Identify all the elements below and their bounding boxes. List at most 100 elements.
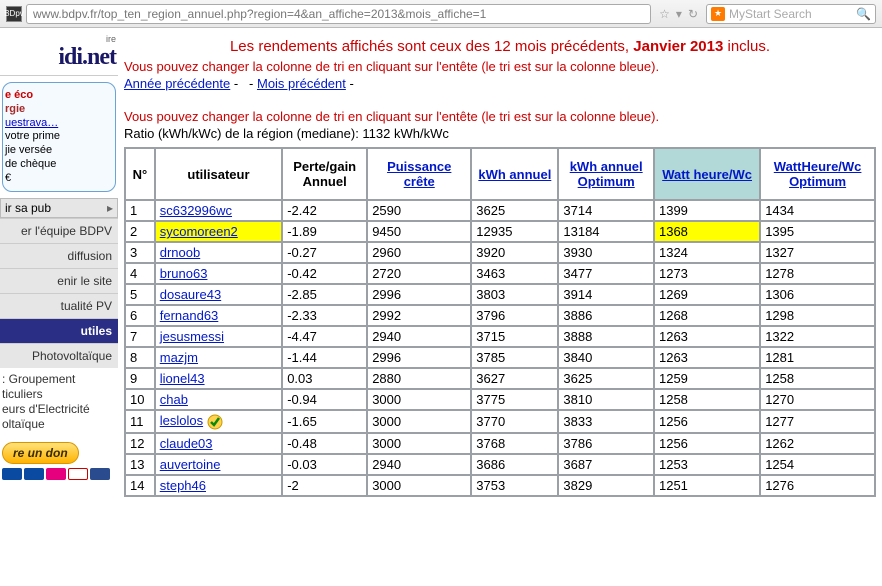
site-logo[interactable]: ire idi.net — [0, 28, 118, 76]
cell-user: claude03 — [155, 433, 282, 454]
cell-rank: 6 — [125, 305, 155, 326]
donate-button[interactable]: re un don — [2, 442, 79, 464]
sidebar: ire idi.net e éco rgie uestrava… votre p… — [0, 28, 118, 497]
cell-who: 1277 — [760, 410, 875, 433]
headline-post: inclus. — [723, 38, 770, 55]
table-row: 3drnoob -0.2729603920393013241327 — [125, 242, 875, 263]
history-dropdown-icon[interactable]: ▾ — [676, 7, 682, 21]
cell-rank: 14 — [125, 475, 155, 496]
cell-who: 1270 — [760, 389, 875, 410]
cell-rank: 10 — [125, 389, 155, 410]
cell-kwho: 3886 — [558, 305, 654, 326]
cell-kwho: 3833 — [558, 410, 654, 433]
cell-rank: 13 — [125, 454, 155, 475]
url-bar[interactable]: www.bdpv.fr/top_ten_region_annuel.php?re… — [26, 4, 651, 24]
sidebar-item-2[interactable]: enir le site — [0, 268, 118, 293]
table-row: 9lionel43 0.0328803627362512591258 — [125, 368, 875, 389]
cell-wh: 1258 — [654, 389, 760, 410]
cell-who: 1258 — [760, 368, 875, 389]
th-wh-sorted[interactable]: Watt heure/Wc — [654, 148, 760, 200]
cell-perte: -1.65 — [282, 410, 367, 433]
table-row: 6fernand63 -2.3329923796388612681298 — [125, 305, 875, 326]
user-link[interactable]: auvertoine — [160, 457, 221, 472]
table-row: 12claude03 -0.4830003768378612561262 — [125, 433, 875, 454]
cell-perte: -2 — [282, 475, 367, 496]
browser-toolbar: BDpv www.bdpv.fr/top_ten_region_annuel.p… — [0, 0, 882, 28]
cell-user: mazjm — [155, 347, 282, 368]
th-rank: N° — [125, 148, 155, 200]
cell-kwh: 3686 — [471, 454, 558, 475]
cell-perte: -2.33 — [282, 305, 367, 326]
cell-user: fernand63 — [155, 305, 282, 326]
table-row: 2sycomoreen2 -1.899450129351318413681395 — [125, 221, 875, 242]
cell-rank: 2 — [125, 221, 155, 242]
search-icon[interactable]: 🔍 — [856, 7, 871, 21]
cell-pc: 3000 — [367, 475, 471, 496]
cell-who: 1306 — [760, 284, 875, 305]
sidebar-item-1[interactable]: diffusion — [0, 243, 118, 268]
user-link[interactable]: steph46 — [160, 478, 206, 493]
sidebar-item-4[interactable]: utiles — [0, 318, 118, 343]
pub-link[interactable]: ir sa pub ▸ — [0, 198, 118, 218]
user-link[interactable]: leslolos — [160, 413, 203, 428]
user-link[interactable]: claude03 — [160, 436, 213, 451]
table-row: 5dosaure43 -2.8529963803391412691306 — [125, 284, 875, 305]
nav-links-row: Année précédente - - Mois précédent - — [124, 76, 876, 91]
cell-pc: 2940 — [367, 454, 471, 475]
table-row: 14steph46 -230003753382912511276 — [125, 475, 875, 496]
cell-user: drnoob — [155, 242, 282, 263]
sidebar-item-3[interactable]: tualité PV — [0, 293, 118, 318]
cell-kwh: 3920 — [471, 242, 558, 263]
cell-who: 1395 — [760, 221, 875, 242]
prev-month-link[interactable]: Mois précédent — [257, 76, 346, 91]
th-kwho[interactable]: kWh annuel Optimum — [558, 148, 654, 200]
cell-user: jesusmessi — [155, 326, 282, 347]
cell-kwho: 13184 — [558, 221, 654, 242]
user-link[interactable]: fernand63 — [160, 308, 219, 323]
bookmark-star-icon[interactable]: ☆ — [659, 7, 670, 21]
th-kwh[interactable]: kWh annuel — [471, 148, 558, 200]
card-amex-icon — [90, 468, 110, 480]
cell-who: 1327 — [760, 242, 875, 263]
promo-panel: e éco rgie uestrava… votre prime jie ver… — [2, 82, 116, 192]
user-link[interactable]: mazjm — [160, 350, 198, 365]
search-placeholder: MyStart Search — [729, 7, 812, 21]
prev-year-link[interactable]: Année précédente — [124, 76, 230, 91]
cell-pc: 2992 — [367, 305, 471, 326]
cell-kwho: 3840 — [558, 347, 654, 368]
th-pc[interactable]: Puissance crête — [367, 148, 471, 200]
cell-perte: -1.44 — [282, 347, 367, 368]
user-link[interactable]: sycomoreen2 — [160, 224, 238, 239]
cell-wh: 1256 — [654, 433, 760, 454]
cell-pc: 2880 — [367, 368, 471, 389]
cell-kwh: 3627 — [471, 368, 558, 389]
cell-who: 1434 — [760, 200, 875, 221]
cell-wh: 1263 — [654, 326, 760, 347]
cell-wh: 1269 — [654, 284, 760, 305]
sidebar-item-5[interactable]: Photovoltaïque — [0, 343, 118, 368]
sort-info-1: Vous pouvez changer la colonne de tri en… — [124, 59, 876, 74]
cell-user: steph46 — [155, 475, 282, 496]
verified-check-icon — [207, 414, 223, 430]
search-box[interactable]: ★ MyStart Search 🔍 — [706, 4, 876, 24]
user-link[interactable]: jesusmessi — [160, 329, 224, 344]
cell-pc: 2940 — [367, 326, 471, 347]
promo-more-link[interactable]: uestrava… — [5, 117, 58, 129]
cell-who: 1298 — [760, 305, 875, 326]
cell-who: 1262 — [760, 433, 875, 454]
user-link[interactable]: bruno63 — [160, 266, 208, 281]
user-link[interactable]: dosaure43 — [160, 287, 221, 302]
card-visa-icon — [24, 468, 44, 480]
sidebar-item-0[interactable]: er l'équipe BDPV — [0, 218, 118, 243]
user-link[interactable]: chab — [160, 392, 188, 407]
cell-pc: 2590 — [367, 200, 471, 221]
user-link[interactable]: lionel43 — [160, 371, 205, 386]
reload-icon[interactable]: ↻ — [688, 7, 698, 21]
table-row: 1sc632996wc -2.4225903625371413991434 — [125, 200, 875, 221]
user-link[interactable]: sc632996wc — [160, 203, 232, 218]
user-link[interactable]: drnoob — [160, 245, 200, 260]
cell-kwh: 3625 — [471, 200, 558, 221]
cell-wh: 1253 — [654, 454, 760, 475]
th-who[interactable]: WattHeure/Wc Optimum — [760, 148, 875, 200]
cell-wh: 1256 — [654, 410, 760, 433]
